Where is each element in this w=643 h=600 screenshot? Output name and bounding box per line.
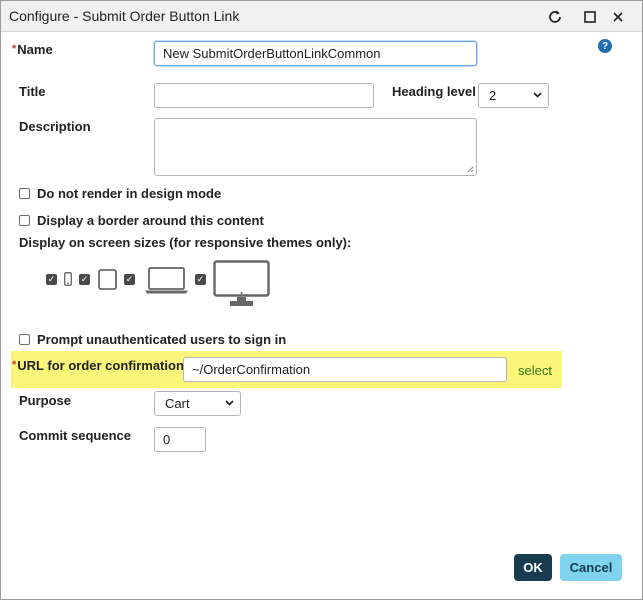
- tablet-checkbox[interactable]: ✓: [79, 274, 90, 285]
- ok-button[interactable]: OK: [514, 554, 552, 581]
- screen-sizes-label: Display on screen sizes (for responsive …: [19, 235, 352, 250]
- required-mark: *: [12, 43, 17, 55]
- url-confirmation-label-text: URL for order confirmation: [17, 358, 184, 373]
- laptop-checkbox[interactable]: ✓: [124, 274, 135, 285]
- display-border-label: Display a border around this content: [37, 213, 264, 228]
- name-label: *Name: [12, 42, 53, 57]
- heading-level-select[interactable]: 2: [478, 83, 549, 108]
- title-input[interactable]: [154, 83, 374, 108]
- tablet-icon: [98, 269, 117, 290]
- do-not-render-row[interactable]: Do not render in design mode: [19, 186, 221, 201]
- desktop-icon: [213, 260, 270, 306]
- do-not-render-checkbox[interactable]: [19, 188, 30, 199]
- prompt-sign-in-checkbox[interactable]: [19, 334, 30, 345]
- prompt-sign-in-label: Prompt unauthenticated users to sign in: [37, 332, 287, 347]
- close-icon[interactable]: [607, 6, 629, 28]
- desktop-checkbox[interactable]: ✓: [195, 274, 206, 285]
- purpose-select[interactable]: Cart: [154, 391, 241, 416]
- display-border-row[interactable]: Display a border around this content: [19, 213, 264, 228]
- name-label-text: Name: [17, 42, 53, 57]
- refresh-icon[interactable]: [544, 6, 566, 28]
- phone-icon: [64, 272, 72, 286]
- resize-handle-icon[interactable]: [467, 166, 474, 173]
- prompt-sign-in-row[interactable]: Prompt unauthenticated users to sign in: [19, 332, 286, 347]
- help-icon[interactable]: ?: [598, 39, 612, 53]
- chevron-down-icon: [533, 92, 542, 98]
- dialog-title: Configure - Submit Order Button Link: [9, 8, 240, 24]
- maximize-icon[interactable]: [579, 6, 601, 28]
- heading-level-label: Heading level: [392, 84, 476, 99]
- do-not-render-label: Do not render in design mode: [37, 186, 222, 201]
- description-label: Description: [19, 119, 91, 134]
- commit-sequence-label: Commit sequence: [19, 428, 131, 443]
- phone-checkbox[interactable]: ✓: [46, 274, 57, 285]
- heading-level-value: 2: [489, 88, 497, 103]
- commit-sequence-input[interactable]: [154, 427, 206, 452]
- url-confirmation-input[interactable]: [183, 357, 507, 382]
- cancel-button[interactable]: Cancel: [560, 554, 622, 581]
- purpose-label: Purpose: [19, 393, 72, 408]
- url-confirmation-label: *URL for order confirmation: [12, 358, 184, 373]
- description-textarea[interactable]: [154, 118, 477, 176]
- purpose-value: Cart: [165, 396, 190, 411]
- select-link[interactable]: select: [518, 363, 552, 378]
- title-bar: Configure - Submit Order Button Link: [1, 1, 642, 32]
- title-label: Title: [19, 84, 46, 99]
- required-mark: *: [12, 359, 17, 371]
- name-input[interactable]: [154, 41, 477, 66]
- laptop-icon: [145, 267, 188, 294]
- chevron-down-icon: [225, 400, 234, 406]
- configure-dialog: Configure - Submit Order Button Link ? *…: [0, 0, 643, 600]
- display-border-checkbox[interactable]: [19, 215, 30, 226]
